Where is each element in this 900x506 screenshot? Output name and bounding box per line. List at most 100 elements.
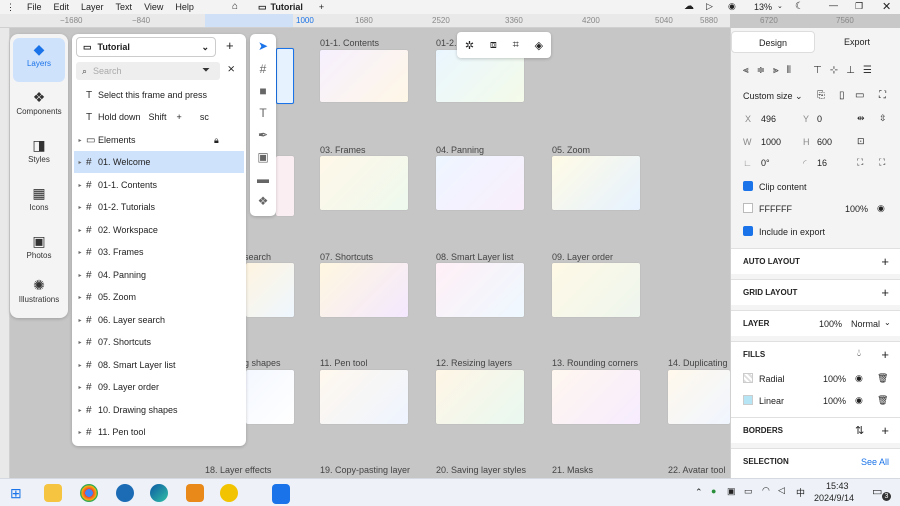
filter-icon[interactable]: ⏷ (202, 65, 210, 76)
fill-type[interactable]: Radial (759, 374, 785, 384)
fit-icon[interactable]: ⛶ (879, 90, 886, 101)
clip-content-checkbox[interactable] (743, 181, 753, 191)
layer-row[interactable]: ▸ # 01-1. Contents (74, 174, 244, 196)
fill-opacity[interactable]: 100% (823, 374, 846, 384)
distribute-h-icon[interactable]: ⦀ (787, 65, 791, 79)
expand-arrow-icon[interactable]: ▸ (74, 137, 86, 144)
vpn-app-icon[interactable] (116, 484, 134, 502)
layer-row[interactable]: ▸ # 04. Panning (74, 264, 244, 286)
add-page-button[interactable]: + (226, 38, 234, 53)
maximize-icon[interactable]: ❐ (855, 1, 863, 12)
layer-row[interactable]: ▸ # 02. Workspace (74, 219, 244, 241)
sublime-icon[interactable] (186, 484, 204, 502)
menu-layer[interactable]: Layer (75, 2, 110, 12)
expand-arrow-icon[interactable]: ▸ (74, 384, 86, 391)
layer-row[interactable]: ▸ # 09. Layer order (74, 376, 244, 398)
file-explorer-icon[interactable] (44, 484, 62, 502)
layer-row[interactable]: ▸ # 05. Zoom (74, 286, 244, 308)
chrome-icon[interactable] (80, 484, 98, 502)
layer-row[interactable]: ▸ # 10. Drawing shapes (74, 399, 244, 421)
size-preset[interactable]: Custom size ⌄ (743, 91, 803, 102)
visibility-icon[interactable]: ◉ (855, 395, 863, 406)
linear-swatch[interactable] (743, 395, 753, 405)
file-selector[interactable]: ▭ Tutorial ⌄ (76, 37, 216, 57)
align-bottom-icon[interactable]: ⊥ (846, 65, 855, 79)
sidebar-item-components[interactable]: ❖ Components (13, 86, 65, 130)
selected-frame[interactable] (276, 48, 294, 104)
distribute-v-icon[interactable]: ☰ (863, 65, 872, 79)
drop-icon[interactable]: 💧︎ (857, 348, 861, 359)
include-export-checkbox[interactable] (743, 226, 753, 236)
document-tab[interactable]: ▭ Tutorial + (258, 0, 324, 14)
expand-arrow-icon[interactable]: ▸ (74, 182, 86, 189)
layer-row[interactable]: ▸ ▭ Elements 🔒︎ (74, 129, 244, 151)
layer-row[interactable]: ▸ # 01. Welcome (74, 151, 244, 173)
grid-layout-section[interactable]: GRID LAYOUT + (731, 279, 900, 305)
app-icon[interactable] (220, 484, 238, 502)
text-tool-icon[interactable]: T (254, 104, 272, 122)
expand-arrow-icon[interactable]: ▸ (74, 227, 86, 234)
menu-icon[interactable]: ⋮ (0, 2, 21, 13)
frame-thumbnail[interactable] (552, 370, 640, 424)
frame-thumbnail[interactable] (552, 263, 640, 317)
expand-arrow-icon[interactable]: ▸ (74, 204, 86, 211)
expand-arrow-icon[interactable]: ▸ (74, 159, 86, 166)
expand-arrow-icon[interactable]: ▸ (74, 407, 86, 414)
sidebar-item-icons[interactable]: ▦ Icons (13, 182, 65, 226)
search-input[interactable]: ⌕ Search (76, 62, 220, 80)
chevron-down-icon[interactable]: ⌄ (884, 318, 891, 327)
expand-arrow-icon[interactable]: ▸ (74, 294, 86, 301)
layer-row[interactable]: T Hold down Shift + sc (74, 106, 244, 128)
radius-field[interactable]: 16 (817, 158, 827, 168)
expand-arrow-icon[interactable]: ▸ (74, 339, 86, 346)
cursor-tool-icon[interactable]: ➤ (254, 37, 272, 55)
portrait-icon[interactable]: ▯ (839, 90, 845, 101)
zoom-chevron-icon[interactable]: ⌄ (777, 2, 783, 10)
layer-row[interactable]: T Select this frame and press (74, 84, 244, 106)
sidebar-item-styles[interactable]: ◨ Styles (13, 134, 65, 178)
cloud-upload-icon[interactable]: ☁ (684, 1, 694, 12)
clock-time[interactable]: 15:43 (826, 481, 849, 491)
frame-tool-icon[interactable]: # (254, 60, 272, 78)
design-app-icon[interactable] (272, 484, 290, 502)
expand-arrow-icon[interactable]: ▸ (74, 249, 86, 256)
frame-thumbnail[interactable] (436, 156, 524, 210)
sidebar-item-photos[interactable]: ▣ Photos (13, 230, 65, 274)
blend-mode[interactable]: Normal (851, 319, 880, 329)
rotation-field[interactable]: 0° (761, 158, 770, 168)
home-icon[interactable]: ⌂ (232, 1, 238, 12)
constrain-proportions-icon[interactable]: ⊡ (857, 136, 865, 147)
tray-app-icon[interactable]: ▣ (727, 486, 736, 497)
align-left-icon[interactable]: ⫷ (743, 65, 749, 79)
frame-thumbnail[interactable] (320, 50, 408, 102)
input-tool-icon[interactable]: ▬ (254, 170, 272, 188)
menu-file[interactable]: File (21, 2, 48, 12)
chevron-up-icon[interactable]: ⌃ (695, 487, 703, 498)
windows-start-icon[interactable]: ⊞ (10, 485, 22, 502)
frame-thumbnail[interactable] (436, 370, 524, 424)
borders-section[interactable]: BORDERS ⇅ + (731, 417, 900, 443)
device-icon[interactable]: ⎘ (817, 90, 825, 101)
menu-text[interactable]: Text (110, 2, 139, 12)
fill-hex[interactable]: FFFFFF (759, 204, 792, 214)
menu-help[interactable]: Help (169, 2, 200, 12)
sparkle-icon[interactable]: ✲ (465, 39, 474, 52)
align-top-icon[interactable]: ⊤ (813, 65, 822, 79)
crop-icon[interactable]: ⌗ (513, 39, 519, 52)
menu-view[interactable]: View (138, 2, 169, 12)
new-tab-icon[interactable]: + (319, 2, 324, 12)
view-icon[interactable]: ◉ (728, 1, 736, 12)
expand-arrow-icon[interactable]: ▸ (74, 429, 86, 436)
layer-row[interactable]: ▸ # 03. Frames (74, 241, 244, 263)
layer-opacity[interactable]: 100% (819, 319, 842, 329)
layer-row[interactable]: ▸ # 06. Layer search (74, 309, 244, 331)
volume-icon[interactable]: ◁ (778, 485, 785, 496)
align-right-icon[interactable]: ⫸ (773, 65, 779, 79)
expand-arrow-icon[interactable]: ▸ (74, 362, 86, 369)
tray-app-icon[interactable]: ● (711, 486, 716, 496)
minimize-icon[interactable]: — (829, 0, 838, 10)
frame-thumbnail[interactable] (276, 156, 294, 216)
corner-mode-icon[interactable]: ⛶ (857, 157, 863, 168)
lock-icon[interactable]: 🔒︎ (214, 135, 219, 146)
expand-arrow-icon[interactable]: ▸ (74, 317, 86, 324)
